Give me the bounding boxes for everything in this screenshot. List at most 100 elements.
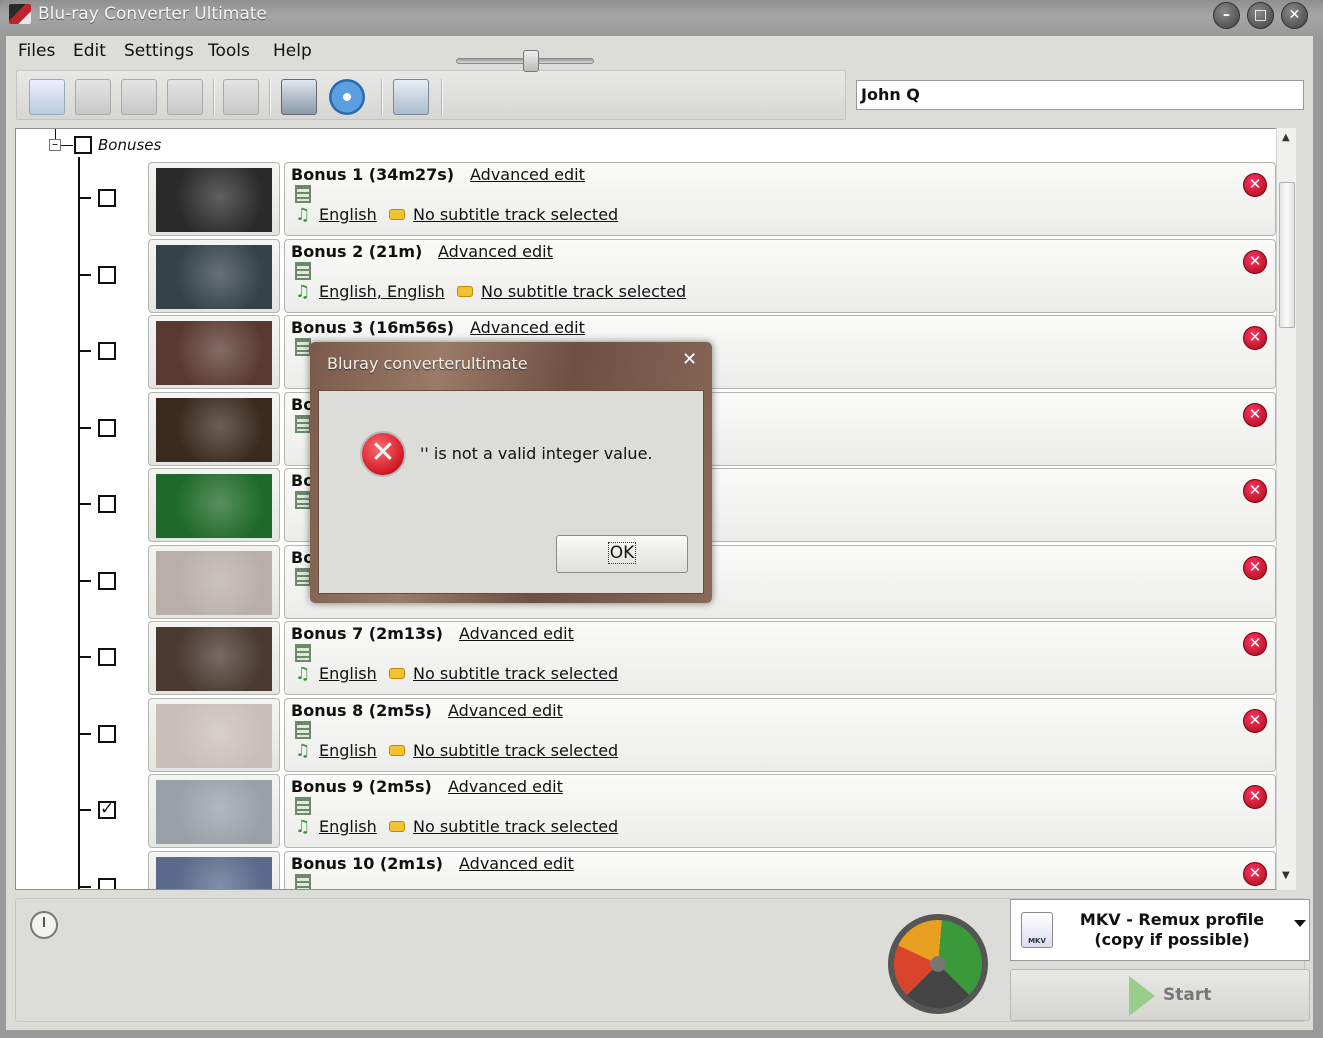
tree-branch	[79, 885, 91, 888]
scroll-down-arrow[interactable]: ▼	[1282, 870, 1290, 881]
bonus-row[interactable]: Bonus 2 (21m) Advanced edit ♫ English, E…	[148, 238, 1276, 313]
film-icon	[295, 491, 311, 509]
audio-track-link[interactable]: English, English	[319, 282, 445, 301]
add-video-icon[interactable]	[29, 79, 65, 115]
video-thumbnail	[156, 703, 272, 768]
advanced-edit-link[interactable]: Advanced edit	[448, 701, 563, 720]
subtitle-track-link[interactable]: No subtitle track selected	[413, 664, 618, 683]
remove-bonus-icon[interactable]: ✕	[1243, 173, 1267, 197]
audio-track-link[interactable]: English	[319, 817, 377, 836]
remove-item-icon[interactable]	[223, 79, 259, 115]
bonus-title: Bonus 2 (21m)	[291, 241, 423, 261]
bonus-checkbox[interactable]	[98, 877, 116, 889]
bonuses-label: Bonuses	[98, 136, 162, 154]
bonus-checkbox[interactable]	[98, 189, 116, 207]
bonus-title: Bonus 7 (2m13s)	[291, 624, 443, 643]
bluray-disc-icon[interactable]	[329, 79, 365, 115]
subtitle-track-link[interactable]: No subtitle track selected	[413, 817, 618, 836]
add-subtitle-icon[interactable]	[121, 79, 157, 115]
advanced-edit-link[interactable]: Advanced edit	[448, 777, 563, 796]
video-thumbnail	[156, 474, 272, 538]
preview-magnifier-icon[interactable]	[393, 79, 429, 115]
remove-bonus-icon[interactable]: ✕	[1243, 249, 1267, 274]
audio-track-link[interactable]: English	[319, 205, 377, 224]
remove-bonus-icon[interactable]: ✕	[1243, 632, 1267, 656]
remove-bonus-icon[interactable]: ✕	[1243, 708, 1267, 733]
output-profile-select[interactable]: MKV MKV - Remux profile (copy if possibl…	[1010, 899, 1310, 961]
ok-label: OK	[607, 542, 637, 564]
settings-monitor-icon[interactable]	[281, 79, 317, 115]
advanced-edit-link[interactable]: Advanced edit	[438, 242, 553, 261]
advanced-edit-link[interactable]: Advanced edit	[470, 318, 585, 337]
subtitle-track-link[interactable]: No subtitle track selected	[481, 282, 686, 301]
start-button[interactable]: Start	[1010, 969, 1310, 1021]
bonus-checkbox[interactable]	[98, 799, 116, 819]
minimize-button[interactable]: –	[1213, 2, 1240, 29]
video-thumbnail	[156, 550, 272, 615]
remove-bonus-icon[interactable]: ✕	[1243, 861, 1267, 886]
film-icon	[295, 261, 311, 280]
tree-branch	[79, 197, 91, 199]
advanced-edit-link[interactable]: Advanced edit	[459, 624, 574, 643]
bonus-checkbox[interactable]	[98, 724, 116, 743]
menu-files[interactable]: Files	[18, 41, 55, 61]
tree-branch	[79, 656, 91, 658]
menu-edit[interactable]: Edit	[73, 41, 106, 61]
collapse-toggle[interactable]: –	[49, 138, 61, 151]
menu-tools[interactable]: Tools	[208, 41, 250, 61]
bonus-row[interactable]: Bonus 1 (34m27s) Advanced edit ♫ English…	[148, 162, 1276, 236]
speed-gauge	[888, 914, 988, 1014]
scroll-up-arrow[interactable]: ▲	[1282, 132, 1290, 143]
bonus-checkbox[interactable]	[98, 265, 116, 284]
add-audio-icon[interactable]	[75, 79, 111, 115]
bonus-checkbox[interactable]	[98, 342, 116, 360]
scrollbar-thumb[interactable]	[1279, 182, 1295, 328]
bonus-checkbox[interactable]	[98, 418, 116, 437]
ok-button[interactable]: OK	[556, 535, 688, 573]
bonus-checkbox[interactable]	[98, 571, 116, 590]
dropdown-arrow-icon[interactable]	[1294, 920, 1306, 927]
menu-help[interactable]: Help	[273, 41, 312, 61]
thumbnail-frame	[148, 544, 280, 619]
vertical-scrollbar[interactable]: ▲ ▼	[1276, 128, 1296, 890]
close-window-button[interactable]: ✕	[1281, 2, 1308, 29]
error-dialog: Bluray converterultimate ✕ ✕ '' is not a…	[310, 342, 712, 603]
subtitle-track-link[interactable]: No subtitle track selected	[413, 205, 618, 224]
advanced-edit-link[interactable]: Advanced edit	[459, 854, 574, 873]
bonus-info: Bonus 8 (2m5s) Advanced edit ♫ English N…	[284, 697, 1276, 772]
menu-settings[interactable]: Settings	[124, 41, 194, 61]
audio-track-link[interactable]: English	[319, 664, 377, 683]
subtitle-icon	[389, 744, 405, 756]
tree-branch	[79, 809, 91, 811]
bonus-checkbox[interactable]	[98, 495, 116, 513]
add-picture-icon[interactable]	[167, 79, 203, 115]
bonus-row[interactable]: Bonus 10 (2m1s) Advanced edit ✕	[148, 850, 1276, 889]
thumbnail-frame	[148, 697, 280, 772]
bonus-row[interactable]: Bonus 8 (2m5s) Advanced edit ♫ English N…	[148, 697, 1276, 772]
dialog-close-button[interactable]: ✕	[682, 349, 697, 370]
tree-line	[78, 157, 80, 889]
audio-icon: ♫	[295, 740, 311, 761]
thumbnail-frame	[148, 162, 280, 236]
film-icon	[295, 414, 311, 433]
advanced-edit-link[interactable]: Advanced edit	[470, 165, 585, 184]
zoom-slider-thumb[interactable]	[523, 50, 539, 72]
bonuses-checkbox[interactable]	[74, 136, 92, 154]
bonus-title: Bonus 9 (2m5s)	[291, 777, 432, 796]
bonus-row[interactable]: Bonus 9 (2m5s) Advanced edit ♫ English N…	[148, 774, 1276, 848]
bonus-checkbox[interactable]	[98, 648, 116, 666]
audio-icon: ♫	[295, 205, 311, 225]
maximize-button[interactable]: □	[1247, 2, 1274, 29]
dialog-title: Bluray converterultimate	[327, 354, 528, 373]
movie-name-field[interactable]: John Q	[856, 80, 1304, 110]
remove-bonus-icon[interactable]: ✕	[1243, 785, 1267, 809]
audio-track-link[interactable]: English	[319, 741, 377, 760]
remove-bonus-icon[interactable]: ✕	[1243, 555, 1267, 580]
dialog-body: ✕ '' is not a valid integer value. OK	[318, 390, 704, 594]
thumbnail-frame	[148, 391, 280, 466]
bonus-row[interactable]: Bonus 7 (2m13s) Advanced edit ♫ English …	[148, 621, 1276, 695]
remove-bonus-icon[interactable]: ✕	[1243, 326, 1267, 350]
remove-bonus-icon[interactable]: ✕	[1243, 479, 1267, 503]
subtitle-track-link[interactable]: No subtitle track selected	[413, 741, 618, 760]
remove-bonus-icon[interactable]: ✕	[1243, 402, 1267, 427]
